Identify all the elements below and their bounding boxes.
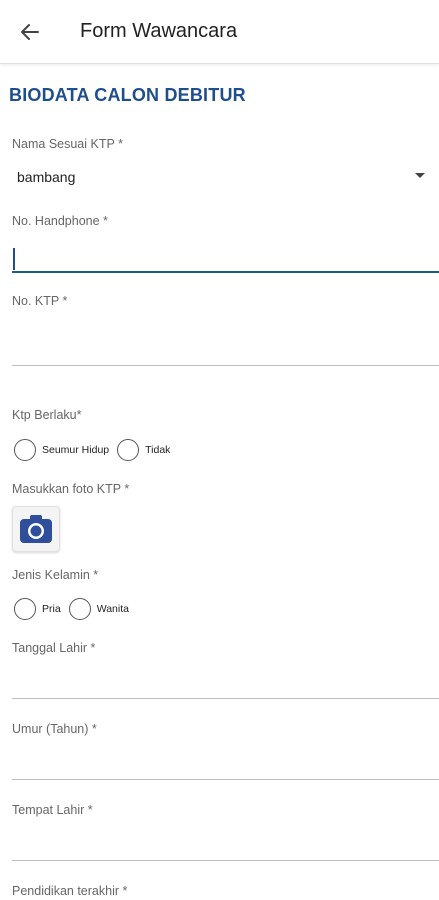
handphone-input[interactable] <box>12 271 439 273</box>
radio-tidak[interactable] <box>117 439 140 461</box>
radio-label-pria: Pria <box>42 603 61 615</box>
radio-label-wanita: Wanita <box>96 603 129 615</box>
radio-label-seumur-hidup: Seumur Hidup <box>42 444 110 456</box>
text-cursor <box>13 248 15 270</box>
radio-pria[interactable] <box>14 598 36 620</box>
radio-label-tidak: Tidak <box>145 444 171 456</box>
section-title: BIODATA CALON DEBITUR <box>9 85 246 105</box>
tanggal-lahir-input[interactable] <box>12 698 439 699</box>
umur-label: Umur (Tahun) * <box>12 722 97 736</box>
ktp-berlaku-label: Ktp Berlaku* <box>12 408 82 422</box>
camera-icon <box>20 515 52 543</box>
radio-wanita[interactable] <box>68 598 91 620</box>
ktp-input[interactable] <box>12 365 439 366</box>
ktp-label: No. KTP * <box>12 294 68 308</box>
arrow-left-icon <box>21 24 39 40</box>
handphone-label: No. Handphone * <box>12 214 108 228</box>
foto-ktp-label: Masukkan foto KTP * <box>12 482 130 496</box>
nama-label: Nama Sesuai KTP * <box>12 137 123 151</box>
nama-dropdown[interactable]: bambang <box>17 169 75 185</box>
jenis-kelamin-label: Jenis Kelamin * <box>12 568 99 582</box>
umur-input[interactable] <box>12 779 439 780</box>
tempat-lahir-input[interactable] <box>12 860 439 861</box>
app-bar: Form Wawancara <box>0 0 439 64</box>
back-button[interactable] <box>14 18 46 46</box>
tanggal-lahir-label: Tanggal Lahir * <box>12 641 96 655</box>
camera-button[interactable] <box>12 506 60 552</box>
jenis-kelamin-radio-group: Pria Wanita <box>14 598 137 620</box>
radio-seumur-hidup[interactable] <box>14 439 36 461</box>
ktp-berlaku-radio-group: Seumur Hidup Tidak <box>14 439 178 461</box>
tempat-lahir-label: Tempat Lahir * <box>12 803 93 817</box>
pendidikan-label: Pendidikan terakhir * <box>12 884 128 898</box>
chevron-down-icon[interactable] <box>415 173 425 178</box>
page-title: Form Wawancara <box>80 20 238 42</box>
